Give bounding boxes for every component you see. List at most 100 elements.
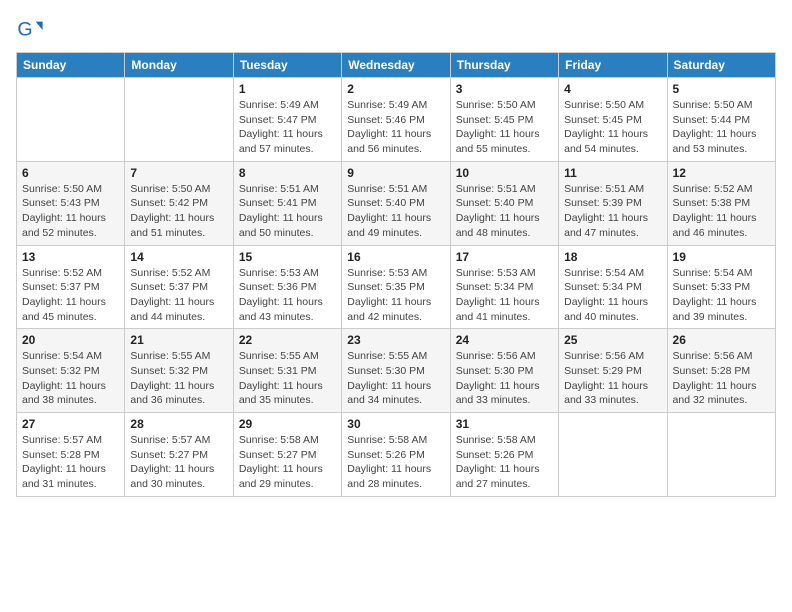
day-info: Sunrise: 5:49 AM Sunset: 5:47 PM Dayligh… xyxy=(239,98,336,157)
day-info: Sunrise: 5:57 AM Sunset: 5:27 PM Dayligh… xyxy=(130,433,227,492)
calendar-cell: 23 Sunrise: 5:55 AM Sunset: 5:30 PM Dayli… xyxy=(342,329,450,413)
calendar-cell: 27 Sunrise: 5:57 AM Sunset: 5:28 PM Dayli… xyxy=(17,413,125,497)
calendar-cell: 14Sunrise: 5:52 AM Sunset: 5:37 PM Dayli… xyxy=(125,245,233,329)
day-info: Sunrise: 5:51 AM Sunset: 5:39 PM Dayligh… xyxy=(564,182,661,241)
calendar-header-row: SundayMondayTuesdayWednesdayThursdayFrid… xyxy=(17,53,776,78)
day-number: 18 xyxy=(564,250,661,264)
calendar-cell: 11 Sunrise: 5:51 AM Sunset: 5:39 PM Dayli… xyxy=(559,161,667,245)
day-info: Sunrise: 5:52 AM Sunset: 5:38 PM Dayligh… xyxy=(673,182,770,241)
day-number: 11 xyxy=(564,166,661,180)
day-info: Sunrise: 5:55 AM Sunset: 5:30 PM Dayligh… xyxy=(347,349,444,408)
calendar-week-row: 1 Sunrise: 5:49 AM Sunset: 5:47 PM Daylig… xyxy=(17,78,776,162)
day-info: Sunrise: 5:53 AM Sunset: 5:34 PM Dayligh… xyxy=(456,266,553,325)
calendar-body: 1 Sunrise: 5:49 AM Sunset: 5:47 PM Daylig… xyxy=(17,78,776,497)
day-number: 26 xyxy=(673,333,770,347)
day-info: Sunrise: 5:52 AM Sunset: 5:37 PM Dayligh… xyxy=(130,266,227,325)
day-info: Sunrise: 5:53 AM Sunset: 5:35 PM Dayligh… xyxy=(347,266,444,325)
calendar-cell: 9Sunrise: 5:51 AM Sunset: 5:40 PM Daylig… xyxy=(342,161,450,245)
day-number: 28 xyxy=(130,417,227,431)
day-number: 20 xyxy=(22,333,119,347)
day-number: 22 xyxy=(239,333,336,347)
calendar-cell: 1 Sunrise: 5:49 AM Sunset: 5:47 PM Daylig… xyxy=(233,78,341,162)
calendar-cell: 24Sunrise: 5:56 AM Sunset: 5:30 PM Dayli… xyxy=(450,329,558,413)
calendar-cell: 6 Sunrise: 5:50 AM Sunset: 5:43 PM Daylig… xyxy=(17,161,125,245)
day-number: 31 xyxy=(456,417,553,431)
calendar-cell: 5Sunrise: 5:50 AM Sunset: 5:44 PM Daylig… xyxy=(667,78,775,162)
svg-text:G: G xyxy=(17,19,32,41)
day-info: Sunrise: 5:58 AM Sunset: 5:27 PM Dayligh… xyxy=(239,433,336,492)
day-number: 29 xyxy=(239,417,336,431)
day-info: Sunrise: 5:58 AM Sunset: 5:26 PM Dayligh… xyxy=(456,433,553,492)
day-number: 23 xyxy=(347,333,444,347)
day-info: Sunrise: 5:50 AM Sunset: 5:45 PM Dayligh… xyxy=(456,98,553,157)
calendar-cell: 10 Sunrise: 5:51 AM Sunset: 5:40 PM Dayli… xyxy=(450,161,558,245)
calendar-cell: 28 Sunrise: 5:57 AM Sunset: 5:27 PM Dayli… xyxy=(125,413,233,497)
calendar-cell: 3 Sunrise: 5:50 AM Sunset: 5:45 PM Daylig… xyxy=(450,78,558,162)
calendar-cell: 22 Sunrise: 5:55 AM Sunset: 5:31 PM Dayli… xyxy=(233,329,341,413)
calendar-cell xyxy=(667,413,775,497)
calendar-cell: 13 Sunrise: 5:52 AM Sunset: 5:37 PM Dayli… xyxy=(17,245,125,329)
day-number: 10 xyxy=(456,166,553,180)
day-info: Sunrise: 5:56 AM Sunset: 5:30 PM Dayligh… xyxy=(456,349,553,408)
day-info: Sunrise: 5:55 AM Sunset: 5:31 PM Dayligh… xyxy=(239,349,336,408)
day-info: Sunrise: 5:54 AM Sunset: 5:34 PM Dayligh… xyxy=(564,266,661,325)
day-number: 8 xyxy=(239,166,336,180)
day-number: 2 xyxy=(347,82,444,96)
calendar-cell: 16Sunrise: 5:53 AM Sunset: 5:35 PM Dayli… xyxy=(342,245,450,329)
calendar-cell: 2 Sunrise: 5:49 AM Sunset: 5:46 PM Daylig… xyxy=(342,78,450,162)
day-info: Sunrise: 5:51 AM Sunset: 5:40 PM Dayligh… xyxy=(456,182,553,241)
day-info: Sunrise: 5:49 AM Sunset: 5:46 PM Dayligh… xyxy=(347,98,444,157)
calendar-cell: 15 Sunrise: 5:53 AM Sunset: 5:36 PM Dayli… xyxy=(233,245,341,329)
day-number: 3 xyxy=(456,82,553,96)
calendar-header-cell: Friday xyxy=(559,53,667,78)
day-number: 19 xyxy=(673,250,770,264)
logo: G xyxy=(16,16,48,44)
day-info: Sunrise: 5:54 AM Sunset: 5:32 PM Dayligh… xyxy=(22,349,119,408)
calendar-cell: 7 Sunrise: 5:50 AM Sunset: 5:42 PM Daylig… xyxy=(125,161,233,245)
day-number: 7 xyxy=(130,166,227,180)
calendar-cell: 25Sunrise: 5:56 AM Sunset: 5:29 PM Dayli… xyxy=(559,329,667,413)
day-number: 5 xyxy=(673,82,770,96)
calendar-cell: 8 Sunrise: 5:51 AM Sunset: 5:41 PM Daylig… xyxy=(233,161,341,245)
day-number: 12 xyxy=(673,166,770,180)
calendar-cell: 30 Sunrise: 5:58 AM Sunset: 5:26 PM Dayli… xyxy=(342,413,450,497)
calendar-cell: 12 Sunrise: 5:52 AM Sunset: 5:38 PM Dayli… xyxy=(667,161,775,245)
day-info: Sunrise: 5:58 AM Sunset: 5:26 PM Dayligh… xyxy=(347,433,444,492)
day-number: 1 xyxy=(239,82,336,96)
calendar-cell: 26Sunrise: 5:56 AM Sunset: 5:28 PM Dayli… xyxy=(667,329,775,413)
day-info: Sunrise: 5:52 AM Sunset: 5:37 PM Dayligh… xyxy=(22,266,119,325)
calendar-cell: 31 Sunrise: 5:58 AM Sunset: 5:26 PM Dayli… xyxy=(450,413,558,497)
calendar-header-cell: Tuesday xyxy=(233,53,341,78)
day-info: Sunrise: 5:57 AM Sunset: 5:28 PM Dayligh… xyxy=(22,433,119,492)
calendar-cell xyxy=(125,78,233,162)
calendar-header-cell: Saturday xyxy=(667,53,775,78)
calendar-cell: 21 Sunrise: 5:55 AM Sunset: 5:32 PM Dayli… xyxy=(125,329,233,413)
day-number: 6 xyxy=(22,166,119,180)
day-info: Sunrise: 5:54 AM Sunset: 5:33 PM Dayligh… xyxy=(673,266,770,325)
day-number: 27 xyxy=(22,417,119,431)
logo-icon: G xyxy=(16,16,44,44)
day-info: Sunrise: 5:50 AM Sunset: 5:43 PM Dayligh… xyxy=(22,182,119,241)
calendar-cell: 19 Sunrise: 5:54 AM Sunset: 5:33 PM Dayli… xyxy=(667,245,775,329)
calendar-header-cell: Sunday xyxy=(17,53,125,78)
day-number: 13 xyxy=(22,250,119,264)
day-number: 9 xyxy=(347,166,444,180)
calendar-cell: 29 Sunrise: 5:58 AM Sunset: 5:27 PM Dayli… xyxy=(233,413,341,497)
day-number: 17 xyxy=(456,250,553,264)
calendar-week-row: 20 Sunrise: 5:54 AM Sunset: 5:32 PM Dayli… xyxy=(17,329,776,413)
calendar-cell xyxy=(559,413,667,497)
calendar-header-cell: Wednesday xyxy=(342,53,450,78)
day-number: 4 xyxy=(564,82,661,96)
calendar-week-row: 13 Sunrise: 5:52 AM Sunset: 5:37 PM Dayli… xyxy=(17,245,776,329)
calendar-header-cell: Monday xyxy=(125,53,233,78)
page-header: G xyxy=(16,16,776,44)
day-number: 21 xyxy=(130,333,227,347)
calendar-cell: 17 Sunrise: 5:53 AM Sunset: 5:34 PM Dayli… xyxy=(450,245,558,329)
day-info: Sunrise: 5:53 AM Sunset: 5:36 PM Dayligh… xyxy=(239,266,336,325)
calendar-week-row: 6 Sunrise: 5:50 AM Sunset: 5:43 PM Daylig… xyxy=(17,161,776,245)
day-number: 30 xyxy=(347,417,444,431)
day-info: Sunrise: 5:51 AM Sunset: 5:41 PM Dayligh… xyxy=(239,182,336,241)
day-info: Sunrise: 5:50 AM Sunset: 5:42 PM Dayligh… xyxy=(130,182,227,241)
day-number: 15 xyxy=(239,250,336,264)
day-info: Sunrise: 5:55 AM Sunset: 5:32 PM Dayligh… xyxy=(130,349,227,408)
